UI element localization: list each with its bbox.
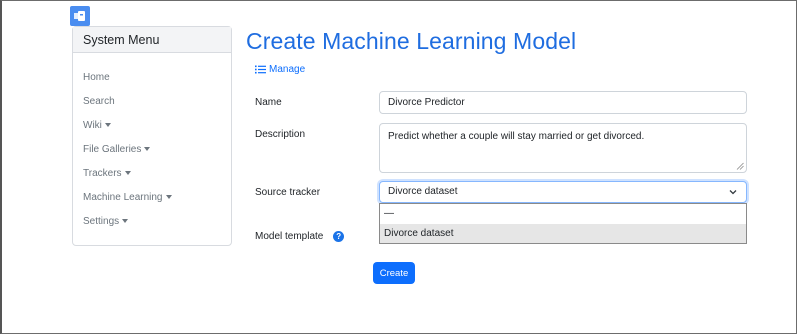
source-tracker-select[interactable]: Divorce dataset (379, 181, 747, 203)
name-input[interactable]: Divorce Predictor (379, 91, 747, 114)
sidebar-item-label: Machine Learning (83, 191, 163, 203)
description-text: Predict whether a couple will stay marri… (388, 131, 645, 142)
app-glyph-icon (74, 11, 85, 21)
name-label: Name (255, 97, 282, 108)
caret-down-icon (165, 195, 172, 199)
list-icon (255, 65, 266, 74)
resize-grip-icon[interactable] (736, 162, 744, 170)
sidebar-item-label: Wiki (83, 119, 102, 131)
system-menu-title: System Menu (73, 27, 231, 53)
help-icon[interactable]: ? (333, 231, 345, 242)
manage-link[interactable]: Manage (255, 64, 305, 75)
sidebar-item-label: Settings (83, 215, 120, 227)
sidebar-item-label: File Galleries (83, 143, 142, 155)
sidebar-item-settings[interactable]: Settings (73, 209, 231, 233)
dropdown-option-empty[interactable]: — (380, 204, 746, 223)
sidebar-item-file-galleries[interactable]: File Galleries (73, 137, 231, 161)
sidebar-item-label: Search (83, 95, 115, 107)
model-template-label-row: Model template ? (255, 231, 345, 243)
create-button[interactable]: Create (373, 262, 415, 284)
sidebar-item-label: Trackers (83, 167, 122, 179)
dropdown-option-divorce-dataset[interactable]: Divorce dataset (380, 224, 746, 243)
source-tracker-label: Source tracker (255, 187, 321, 198)
model-template-label: Model template (255, 231, 324, 243)
caret-down-icon (124, 171, 131, 175)
sidebar-item-wiki[interactable]: Wiki (73, 113, 231, 137)
app-icon[interactable] (70, 6, 90, 26)
system-menu-list: Home Search Wiki File Galleries Trackers… (73, 53, 231, 233)
sidebar-item-home[interactable]: Home (73, 65, 231, 89)
sidebar-item-search[interactable]: Search (73, 89, 231, 113)
source-tracker-value: Divorce dataset (388, 186, 458, 197)
sidebar-item-label: Home (83, 71, 110, 83)
description-textarea[interactable]: Predict whether a couple will stay marri… (379, 123, 747, 173)
caret-down-icon (122, 219, 129, 223)
manage-link-label: Manage (269, 64, 306, 75)
description-label: Description (255, 129, 306, 140)
page-title: Create Machine Learning Model (246, 28, 577, 54)
sidebar-item-machine-learning[interactable]: Machine Learning (73, 185, 231, 209)
system-menu: System Menu Home Search Wiki File Galler… (72, 26, 232, 246)
chevron-down-icon (729, 190, 737, 195)
sidebar-item-trackers[interactable]: Trackers (73, 161, 231, 185)
caret-down-icon (144, 147, 151, 151)
source-tracker-dropdown: — Divorce dataset (379, 203, 747, 244)
caret-down-icon (104, 123, 111, 127)
